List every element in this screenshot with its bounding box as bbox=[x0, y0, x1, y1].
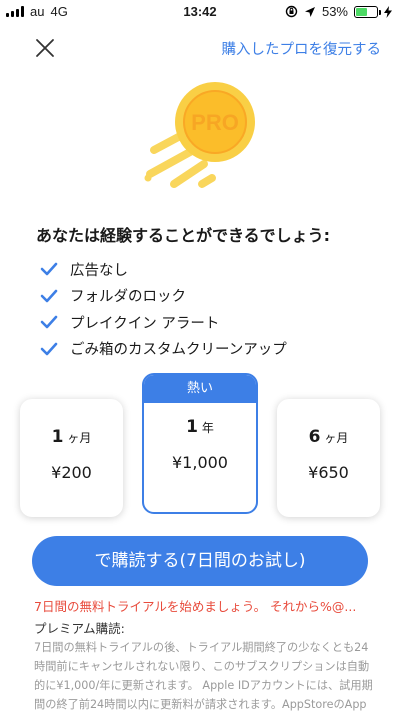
battery-percent: 53% bbox=[321, 4, 348, 19]
feature-label: ごみ箱のカスタムクリーンアップ bbox=[70, 342, 287, 359]
close-button[interactable] bbox=[34, 37, 56, 59]
status-right: 53% bbox=[285, 4, 392, 19]
plan-period: 1年 bbox=[186, 417, 214, 437]
premium-subscription-title: プレミアム購読: bbox=[34, 621, 125, 636]
feature-label: フォルダのロック bbox=[70, 289, 186, 306]
plan-card-1-month[interactable]: 1 ヶ月 ¥200 bbox=[20, 399, 123, 517]
close-icon bbox=[36, 39, 54, 57]
status-bar: au 4G 13:42 53% bbox=[0, 0, 400, 22]
plan-period: 6 ヶ月 bbox=[308, 427, 349, 447]
subscription-terms: 7日間の無料トライアルの後、トライアル期間終了の少なくとも24時間前にキャンセル… bbox=[34, 641, 373, 711]
feature-item: ごみ箱のカスタムクリーンアップ bbox=[40, 336, 287, 363]
pro-badge-text: PRO bbox=[191, 110, 239, 135]
feature-list: 広告なし フォルダのロック プレイクイン アラート ごみ箱のカスタムクリーンアッ… bbox=[40, 256, 287, 362]
feature-item: フォルダのロック bbox=[40, 283, 287, 310]
check-icon bbox=[40, 289, 58, 303]
plan-period: 1 ヶ月 bbox=[51, 427, 92, 447]
charging-icon bbox=[384, 5, 392, 18]
subscribe-button[interactable]: で購読する(7日間のお試し) bbox=[32, 536, 368, 586]
trial-note: 7日間の無料トライアルを始めましょう。 それから%@... bbox=[34, 599, 357, 614]
feature-label: 広告なし bbox=[70, 262, 128, 279]
restore-purchase-link[interactable]: 購入したプロを復元する bbox=[222, 38, 382, 59]
plan-card-6-month[interactable]: 6 ヶ月 ¥650 bbox=[277, 399, 380, 517]
feature-label: プレイクイン アラート bbox=[70, 315, 220, 332]
plan-price: ¥1,000 bbox=[172, 453, 228, 472]
check-icon bbox=[40, 262, 58, 276]
plan-price: ¥200 bbox=[51, 463, 92, 482]
battery-level bbox=[356, 7, 367, 16]
feature-item: プレイクイン アラート bbox=[40, 309, 287, 336]
location-icon bbox=[304, 6, 315, 17]
check-icon bbox=[40, 342, 58, 356]
feature-item: 広告なし bbox=[40, 256, 287, 283]
check-icon bbox=[40, 315, 58, 329]
pro-coin-illustration: PRO bbox=[140, 78, 264, 194]
hot-badge: 熱い bbox=[144, 375, 256, 403]
plan-card-1-year[interactable]: 熱い 1年 ¥1,000 bbox=[142, 373, 258, 514]
benefits-headline: あなたは経験することができるでしょう: bbox=[36, 226, 331, 245]
plan-price: ¥650 bbox=[308, 463, 349, 482]
rotation-lock-icon bbox=[285, 5, 298, 18]
battery-icon bbox=[354, 5, 381, 18]
